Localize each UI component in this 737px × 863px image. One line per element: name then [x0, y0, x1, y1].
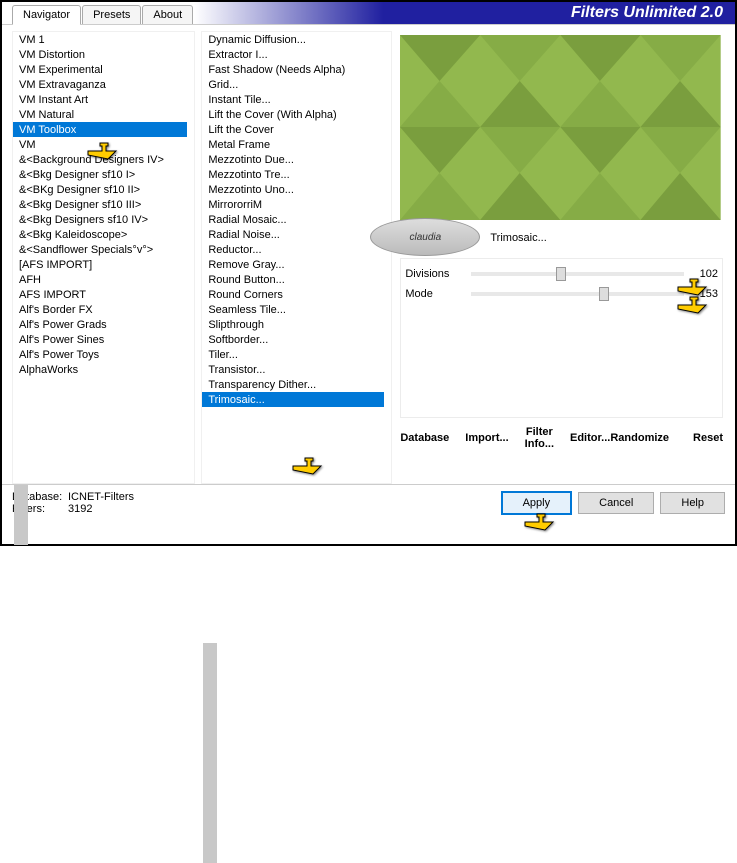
filter-item[interactable]: Round Button... [202, 272, 384, 287]
category-item[interactable]: VM Natural [13, 107, 187, 122]
app-title: Filters Unlimited 2.0 [194, 2, 735, 24]
filter-item[interactable]: Round Corners [202, 287, 384, 302]
watermark-badge: claudia [370, 218, 480, 256]
filter-item[interactable]: Reductor... [202, 242, 384, 257]
category-item[interactable]: VM 1 [13, 32, 187, 47]
param-label: Divisions [405, 268, 465, 280]
filter-item[interactable]: Seamless Tile... [202, 302, 384, 317]
filter-item[interactable]: Instant Tile... [202, 92, 384, 107]
category-item[interactable]: Alf's Border FX [13, 302, 187, 317]
current-filter-name: Trimosaic... [486, 230, 725, 246]
filter-item[interactable]: Trimosaic... [202, 392, 384, 407]
param-slider[interactable] [471, 292, 684, 296]
category-item[interactable]: VM Toolbox [13, 122, 187, 137]
filter-item[interactable]: Radial Mosaic... [202, 212, 384, 227]
category-item[interactable]: &<BKg Designer sf10 II> [13, 182, 187, 197]
filter-item[interactable]: Transistor... [202, 362, 384, 377]
filters-count: 3192 [68, 503, 92, 515]
filter-item[interactable]: Lift the Cover [202, 122, 384, 137]
category-list-frame: VM 1VM DistortionVM ExperimentalVM Extra… [12, 31, 195, 484]
filter-item[interactable]: Mezzotinto Tre... [202, 167, 384, 182]
right-panel: claudia Trimosaic... Divisions102Mode153… [398, 31, 725, 484]
category-item[interactable]: AFH [13, 272, 187, 287]
category-item[interactable]: &<Bkg Designer sf10 III> [13, 197, 187, 212]
filter-item[interactable]: Transparency Dither... [202, 377, 384, 392]
category-item[interactable]: AlphaWorks [13, 362, 187, 377]
category-list[interactable]: VM 1VM DistortionVM ExperimentalVM Extra… [13, 32, 187, 483]
category-item[interactable]: &<Bkg Designer sf10 I> [13, 167, 187, 182]
link-import[interactable]: Import... [465, 426, 508, 450]
link-editor[interactable]: Editor... [570, 426, 610, 450]
filter-item[interactable]: Extractor I... [202, 47, 384, 62]
cancel-button[interactable]: Cancel [578, 492, 654, 514]
filter-item[interactable]: Lift the Cover (With Alpha) [202, 107, 384, 122]
filter-item[interactable]: Mezzotinto Uno... [202, 182, 384, 197]
category-item[interactable]: VM [13, 137, 187, 152]
link-filterinfo[interactable]: Filter Info... [525, 426, 554, 450]
filter-item[interactable]: Dynamic Diffusion... [202, 32, 384, 47]
filter-item[interactable]: Mezzotinto Due... [202, 152, 384, 167]
link-randomize[interactable]: Randomize [610, 426, 669, 450]
filter-item[interactable]: MirrororriM [202, 197, 384, 212]
filter-item[interactable]: Softborder... [202, 332, 384, 347]
filter-item[interactable]: Remove Gray... [202, 257, 384, 272]
filter-item[interactable]: Fast Shadow (Needs Alpha) [202, 62, 384, 77]
slider-thumb[interactable] [556, 267, 566, 281]
filter-item[interactable]: Grid... [202, 77, 384, 92]
scroll-thumb[interactable] [14, 485, 28, 545]
scroll-thumb[interactable] [203, 643, 217, 863]
category-item[interactable]: VM Experimental [13, 62, 187, 77]
parameter-area: Divisions 102 Mode 153 [400, 258, 723, 418]
link-reset[interactable]: Reset [693, 426, 723, 450]
filter-list[interactable]: Dynamic Diffusion...Extractor I...Fast S… [202, 32, 384, 483]
filter-item[interactable]: Radial Noise... [202, 227, 384, 242]
category-item[interactable]: &<Background Designers IV> [13, 152, 187, 167]
param-value: 153 [690, 288, 718, 300]
category-item[interactable]: VM Extravaganza [13, 77, 187, 92]
param-label: Mode [405, 288, 465, 300]
param-row: Divisions 102 [405, 265, 718, 283]
param-slider[interactable] [471, 272, 684, 276]
help-button[interactable]: Help [660, 492, 725, 514]
tab-about[interactable]: About [142, 5, 193, 24]
category-item[interactable]: &<Bkg Kaleidoscope> [13, 227, 187, 242]
filter-item[interactable]: Metal Frame [202, 137, 384, 152]
category-item[interactable]: &<Bkg Designers sf10 IV> [13, 212, 187, 227]
category-item[interactable]: VM Distortion [13, 47, 187, 62]
slider-thumb[interactable] [599, 287, 609, 301]
preview-image [400, 35, 721, 220]
filter-item[interactable]: Tiler... [202, 347, 384, 362]
apply-button[interactable]: Apply [501, 491, 573, 515]
tab-navigator[interactable]: Navigator [12, 5, 81, 25]
link-database[interactable]: Database [400, 426, 449, 450]
category-item[interactable]: Alf's Power Grads [13, 317, 187, 332]
category-item[interactable]: AFS IMPORT [13, 287, 187, 302]
footer-info: Database:ICNET-Filters Filters:3192 [12, 491, 134, 515]
param-value: 102 [690, 268, 718, 280]
category-item[interactable]: VM Instant Art [13, 92, 187, 107]
category-item[interactable]: Alf's Power Toys [13, 347, 187, 362]
category-item[interactable]: &<Sandflower Specials°v°> [13, 242, 187, 257]
category-item[interactable]: [AFS IMPORT] [13, 257, 187, 272]
db-value: ICNET-Filters [68, 491, 134, 503]
filter-item[interactable]: Slipthrough [202, 317, 384, 332]
tab-bar: Navigator Presets About [2, 2, 194, 24]
param-row: Mode 153 [405, 285, 718, 303]
tab-presets[interactable]: Presets [82, 5, 141, 24]
category-item[interactable]: Alf's Power Sines [13, 332, 187, 347]
filter-list-frame: Dynamic Diffusion...Extractor I...Fast S… [201, 31, 392, 484]
